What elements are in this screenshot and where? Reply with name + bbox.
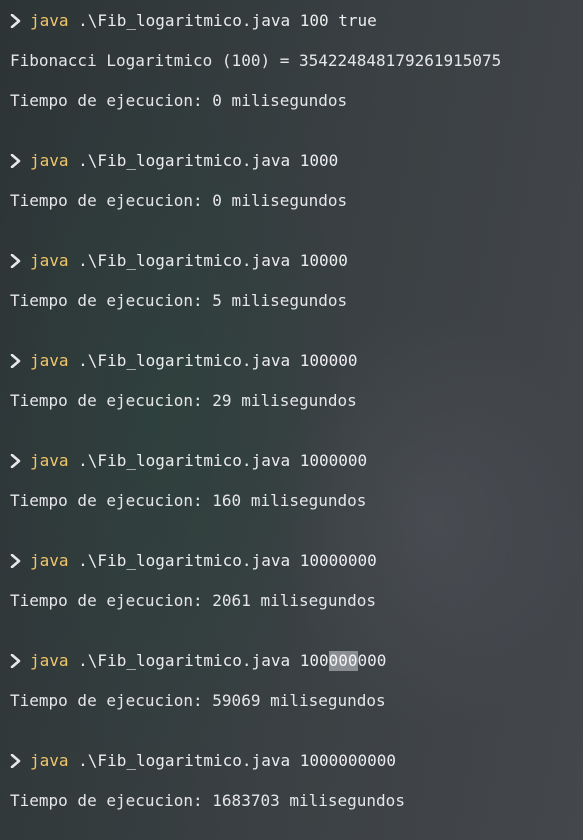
output-line: Tiempo de ejecucion: 2061 milisegundos [10,591,377,610]
command-line[interactable]: java .\Fib_logaritmico.java 100000 [10,351,358,371]
output-line: Tiempo de ejecucion: 29 milisegundos [10,391,357,410]
command-line[interactable]: java .\Fib_logaritmico.java 1000000000 [10,751,396,771]
command-program: java [30,251,69,270]
output-line: Tiempo de ejecucion: 5 milisegundos [10,291,348,310]
chevron-right-icon [10,351,30,371]
command-line[interactable]: java .\Fib_logaritmico.java 10000 [10,251,348,271]
command-program: java [30,751,69,770]
command-args: .\Fib_logaritmico.java 10000000 [68,551,377,570]
command-program: java [30,351,69,370]
command-args-tail: 000 [357,651,387,670]
chevron-right-icon [10,151,30,171]
output-line: Tiempo de ejecucion: 160 milisegundos [10,491,367,510]
output-line: Tiempo de ejecucion: 0 milisegundos [10,91,348,110]
command-line[interactable]: java .\Fib_logaritmico.java 100 000 000 [10,651,386,671]
selected-text[interactable]: 000 [328,651,358,671]
command-program: java [30,151,69,170]
terminal-window[interactable]: java .\Fib_logaritmico.java 100 true Fib… [0,0,583,840]
chevron-right-icon [10,651,30,671]
command-args: .\Fib_logaritmico.java 100 true [68,11,377,30]
chevron-right-icon [10,11,30,31]
chevron-right-icon [10,451,30,471]
command-line[interactable]: java .\Fib_logaritmico.java 100 true [10,11,377,31]
command-line[interactable]: java .\Fib_logaritmico.java 1000000 [10,451,367,471]
output-line: Fibonacci Logaritmico (100) = 3542248481… [10,51,502,70]
chevron-right-icon [10,751,30,771]
chevron-right-icon [10,551,30,571]
chevron-right-icon [10,251,30,271]
command-args: .\Fib_logaritmico.java 100 [68,651,329,670]
command-args: .\Fib_logaritmico.java 1000000 [68,451,368,470]
output-line: Tiempo de ejecucion: 59069 milisegundos [10,691,386,710]
output-line: Tiempo de ejecucion: 1683703 milisegundo… [10,791,405,810]
command-program: java [30,11,69,30]
command-args: .\Fib_logaritmico.java 10000 [68,251,348,270]
command-program: java [30,651,69,670]
output-line: Tiempo de ejecucion: 0 milisegundos [10,191,348,210]
command-line[interactable]: java .\Fib_logaritmico.java 10000000 [10,551,377,571]
command-args: .\Fib_logaritmico.java 100000 [68,351,358,370]
command-args: .\Fib_logaritmico.java 1000 [68,151,339,170]
command-program: java [30,451,69,470]
command-program: java [30,551,69,570]
command-args: .\Fib_logaritmico.java 1000000000 [68,751,397,770]
command-line[interactable]: java .\Fib_logaritmico.java 1000 [10,151,338,171]
